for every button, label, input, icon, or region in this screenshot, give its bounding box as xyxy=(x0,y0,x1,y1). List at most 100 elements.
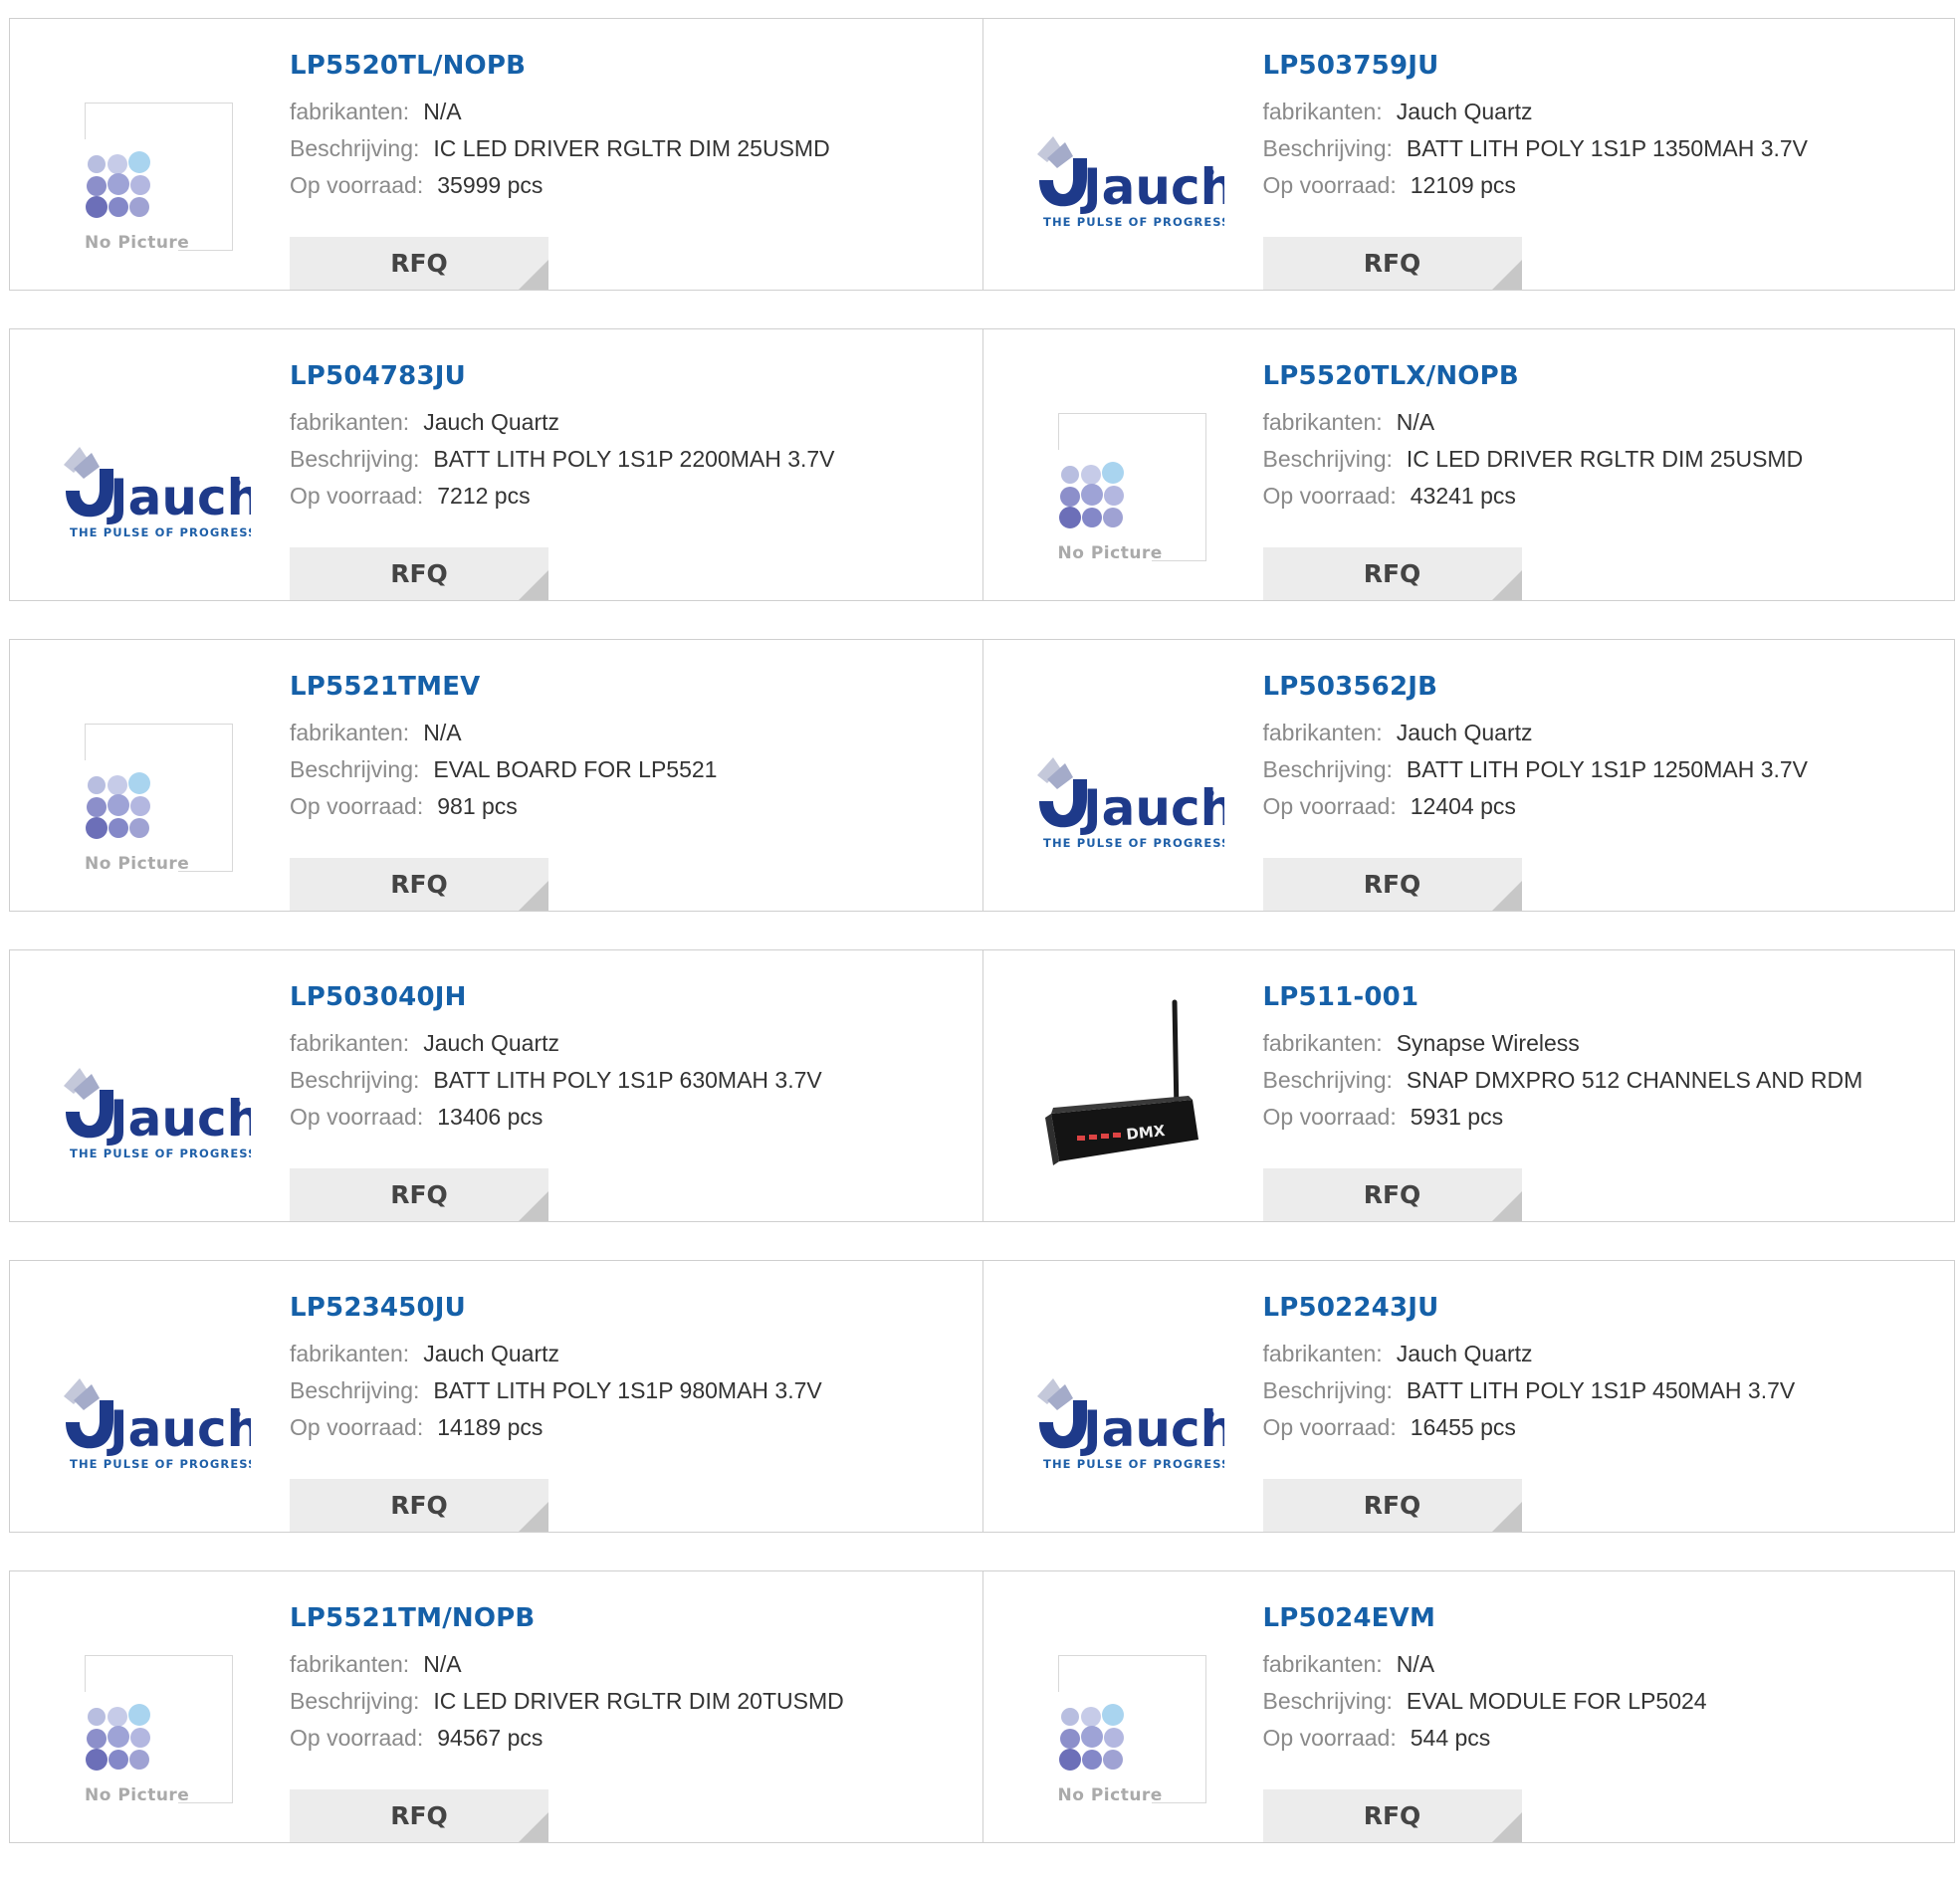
rfq-button[interactable]: RFQ xyxy=(290,858,548,911)
manufacturer-line: fabrikanten: N/A xyxy=(290,94,830,130)
dots-icon xyxy=(1058,462,1124,528)
description-line: Beschrijving: BATT LITH POLY 1S1P 450MAH … xyxy=(1263,1372,1796,1409)
manufacturer-label: fabrikanten: xyxy=(1262,409,1383,435)
no-picture-text: No Picture xyxy=(85,1785,190,1805)
description-value: EVAL BOARD FOR LP5521 xyxy=(433,756,718,782)
rfq-button[interactable]: RFQ xyxy=(1262,1789,1522,1842)
rfq-button[interactable]: RFQ xyxy=(290,237,548,290)
rfq-label: RFQ xyxy=(1363,1491,1421,1520)
manufacturer-line: fabrikanten: Jauch Quartz xyxy=(1263,715,1809,751)
stock-label: Op voorraad: xyxy=(290,1725,424,1751)
dots-icon xyxy=(1058,1704,1124,1771)
manufacturer-value: N/A xyxy=(1396,409,1435,435)
stock-line: Op voorraad: 981 pcs xyxy=(290,788,717,825)
product-info: LP5024EVM fabrikanten: N/A Beschrijving: E… xyxy=(1262,1601,1707,1842)
part-number-link[interactable]: LP5521TM/NOPB xyxy=(290,1601,844,1635)
manufacturer-line: fabrikanten: Jauch Quartz xyxy=(290,1025,822,1062)
manufacturer-value: N/A xyxy=(423,99,462,124)
jauch-logo-icon: Jauch THE PULSE OF PROGRESS xyxy=(64,447,251,539)
part-number-link[interactable]: LP5024EVM xyxy=(1263,1601,1707,1635)
stock-line: Op voorraad: 544 pcs xyxy=(1263,1720,1707,1757)
rfq-corner-decoration xyxy=(519,1502,548,1532)
rfq-corner-decoration xyxy=(519,1812,548,1842)
part-number-link[interactable]: LP504783JU xyxy=(290,359,835,393)
rfq-label: RFQ xyxy=(1363,1180,1421,1209)
rfq-button[interactable]: RFQ xyxy=(1262,547,1522,600)
rfq-corner-decoration xyxy=(519,570,548,600)
manufacturer-line: fabrikanten: N/A xyxy=(290,715,717,751)
manufacturer-value: Jauch Quartz xyxy=(1396,1341,1533,1366)
description-label: Beschrijving: xyxy=(1262,446,1393,472)
part-number-link[interactable]: LP503562JB xyxy=(1263,670,1809,704)
product-card: No Picture LP5521TM/NOPB fabrikanten: N/A… xyxy=(10,1571,982,1842)
jauch-logo: Jauch THE PULSE OF PROGRESS xyxy=(1017,1301,1224,1500)
description-line: Beschrijving: IC LED DRIVER RGLTR DIM 20T… xyxy=(290,1683,844,1720)
no-picture-text: No Picture xyxy=(85,854,190,874)
jauch-logo: Jauch THE PULSE OF PROGRESS xyxy=(44,369,251,568)
rfq-corner-decoration xyxy=(519,260,548,290)
stock-value: 544 pcs xyxy=(1410,1725,1491,1751)
part-number-link[interactable]: LP5521TMEV xyxy=(290,670,717,704)
jauch-logo-icon: Jauch THE PULSE OF PROGRESS xyxy=(64,1378,251,1471)
description-label: Beschrijving: xyxy=(1262,756,1393,782)
jauch-logo-icon: Jauch THE PULSE OF PROGRESS xyxy=(1036,136,1224,229)
manufacturer-value: N/A xyxy=(423,1651,462,1677)
product-card: Jauch THE PULSE OF PROGRESS LP502243JU f… xyxy=(981,1261,1955,1532)
stock-label: Op voorraad: xyxy=(1262,793,1397,819)
product-card: No Picture LP5521TMEV fabrikanten: N/A Be… xyxy=(10,640,982,911)
rfq-corner-decoration xyxy=(1491,881,1522,911)
part-number-link[interactable]: LP502243JU xyxy=(1263,1291,1796,1325)
rfq-button[interactable]: RFQ xyxy=(290,1789,548,1842)
rfq-button[interactable]: RFQ xyxy=(1262,858,1522,911)
product-info: LP502243JU fabrikanten: Jauch Quartz Besc… xyxy=(1262,1291,1796,1532)
manufacturer-value: Jauch Quartz xyxy=(1396,99,1533,124)
rfq-button[interactable]: RFQ xyxy=(290,1479,548,1532)
rfq-button[interactable]: RFQ xyxy=(290,1168,548,1221)
manufacturer-label: fabrikanten: xyxy=(290,99,410,124)
description-line: Beschrijving: BATT LITH POLY 1S1P 2200MAH… xyxy=(290,441,835,478)
rfq-button[interactable]: RFQ xyxy=(1262,237,1522,290)
rfq-corner-decoration xyxy=(1491,1812,1522,1842)
stock-value: 981 pcs xyxy=(437,793,518,819)
part-number-link[interactable]: LP503040JH xyxy=(290,980,822,1014)
manufacturer-label: fabrikanten: xyxy=(1262,1651,1383,1677)
part-number-link[interactable]: LP503759JU xyxy=(1263,49,1809,83)
stock-line: Op voorraad: 43241 pcs xyxy=(1263,478,1804,515)
product-info: LP523450JU fabrikanten: Jauch Quartz Besc… xyxy=(290,1291,822,1532)
description-label: Beschrijving: xyxy=(290,1688,420,1714)
stock-value: 94567 pcs xyxy=(437,1725,544,1751)
part-number-link[interactable]: LP523450JU xyxy=(290,1291,822,1325)
description-line: Beschrijving: BATT LITH POLY 1S1P 1250MAH… xyxy=(1263,751,1809,788)
stock-label: Op voorraad: xyxy=(1262,1725,1397,1751)
part-number-link[interactable]: LP511-001 xyxy=(1263,980,1863,1014)
manufacturer-label: fabrikanten: xyxy=(290,1651,410,1677)
svg-text:THE PULSE OF PROGRESS: THE PULSE OF PROGRESS xyxy=(70,525,251,539)
product-row: Jauch THE PULSE OF PROGRESS LP504783JU f… xyxy=(9,328,1955,601)
stock-value: 16455 pcs xyxy=(1410,1414,1516,1440)
svg-text:THE PULSE OF PROGRESS: THE PULSE OF PROGRESS xyxy=(1043,836,1224,850)
stock-label: Op voorraad: xyxy=(290,172,424,198)
no-picture-image: No Picture xyxy=(44,680,251,879)
manufacturer-label: fabrikanten: xyxy=(1262,1341,1383,1366)
description-line: Beschrijving: BATT LITH POLY 1S1P 630MAH … xyxy=(290,1062,822,1099)
no-picture-image: No Picture xyxy=(1017,1611,1224,1810)
manufacturer-line: fabrikanten: Synapse Wireless xyxy=(1263,1025,1863,1062)
product-info: LP503759JU fabrikanten: Jauch Quartz Besc… xyxy=(1262,49,1809,290)
rfq-button[interactable]: RFQ xyxy=(1262,1479,1522,1532)
manufacturer-value: Synapse Wireless xyxy=(1396,1030,1580,1056)
product-card: Jauch THE PULSE OF PROGRESS LP523450JU f… xyxy=(10,1261,982,1532)
manufacturer-label: fabrikanten: xyxy=(1262,99,1383,124)
stock-value: 43241 pcs xyxy=(1410,483,1516,509)
rfq-label: RFQ xyxy=(1363,249,1421,278)
svg-text:Jauch: Jauch xyxy=(1080,779,1224,837)
description-value: BATT LITH POLY 1S1P 1250MAH 3.7V xyxy=(1406,756,1809,782)
manufacturer-line: fabrikanten: Jauch Quartz xyxy=(290,404,835,441)
rfq-button[interactable]: RFQ xyxy=(290,547,548,600)
rfq-button[interactable]: RFQ xyxy=(1262,1168,1522,1221)
part-number-link[interactable]: LP5520TL/NOPB xyxy=(290,49,830,83)
part-number-link[interactable]: LP5520TLX/NOPB xyxy=(1263,359,1804,393)
stock-value: 12109 pcs xyxy=(1410,172,1516,198)
no-picture-text: No Picture xyxy=(1057,1785,1163,1805)
rfq-corner-decoration xyxy=(1491,1191,1522,1221)
description-label: Beschrijving: xyxy=(290,756,420,782)
